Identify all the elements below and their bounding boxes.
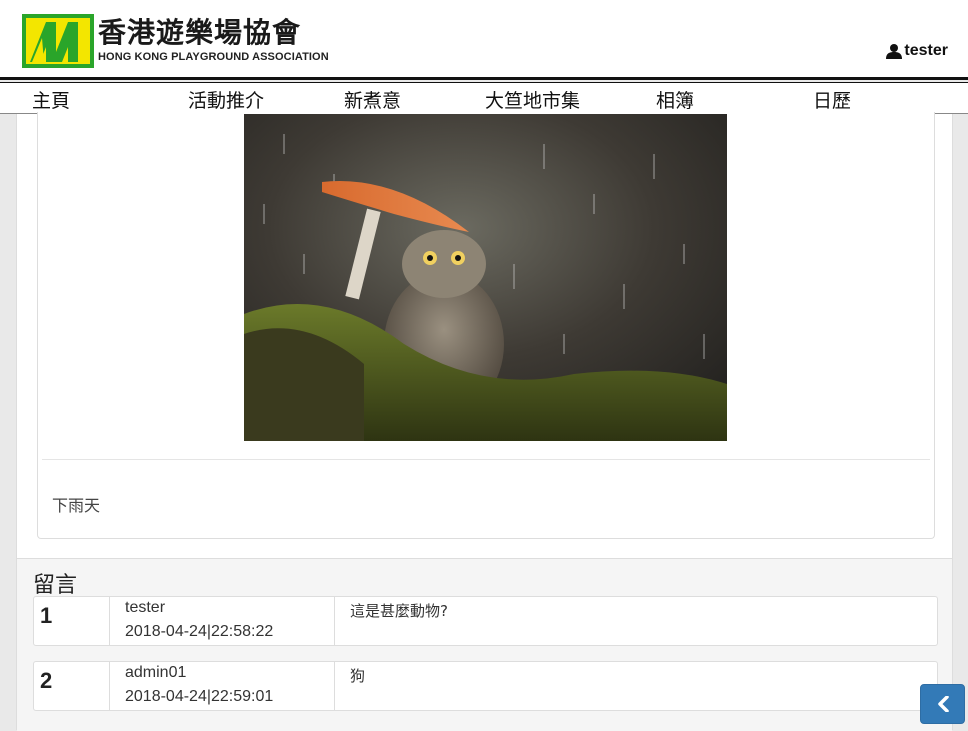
comment-number-cell: 2 xyxy=(34,662,110,710)
nav-album[interactable]: 相簿 xyxy=(656,86,694,113)
comment-number: 1 xyxy=(40,603,53,628)
post-caption: 下雨天 xyxy=(52,496,101,515)
nav-market[interactable]: 大笪地市集 xyxy=(485,86,580,113)
logo-text: 香港遊樂場協會 HONG KONG PLAYGROUND ASSOCIATION xyxy=(98,16,329,64)
comments-title: 留言 xyxy=(33,573,78,598)
comment-time: 2018-04-24|22:59:01 xyxy=(125,688,274,705)
back-button[interactable] xyxy=(920,684,965,724)
nav-activities[interactable]: 活動推介 xyxy=(188,86,264,113)
post-photo[interactable] xyxy=(244,114,727,441)
page-content: 下雨天 留言 1 tester 2018-04-24|22:58:22 這是甚麼… xyxy=(16,112,953,731)
hkpa-logo[interactable] xyxy=(22,14,94,68)
comment-row: 1 tester 2018-04-24|22:58:22 這是甚麼動物? xyxy=(33,596,938,646)
nav-home[interactable]: 主頁 xyxy=(32,86,70,113)
user-icon xyxy=(886,44,903,59)
comment-meta: tester 2018-04-24|22:58:22 xyxy=(110,597,335,645)
comment-number-cell: 1 xyxy=(34,597,110,645)
comment-text: 這是甚麼動物? xyxy=(350,602,448,620)
chevron-left-icon xyxy=(937,696,949,712)
username: tester xyxy=(904,42,948,59)
logo-chinese-name: 香港遊樂場協會 xyxy=(98,16,302,49)
comment-row: 2 admin01 2018-04-24|22:59:01 狗 xyxy=(33,661,938,711)
user-menu[interactable]: tester xyxy=(886,42,948,60)
header-rule xyxy=(0,77,968,80)
comments-section: 留言 1 tester 2018-04-24|22:58:22 這是甚麼動物? … xyxy=(17,558,952,731)
comment-time: 2018-04-24|22:58:22 xyxy=(125,623,274,640)
nav-calendar[interactable]: 日歷 xyxy=(813,86,851,113)
main-nav: 主頁 活動推介 新煮意 大笪地市集 相簿 日歷 xyxy=(0,83,968,114)
nav-recipes[interactable]: 新煮意 xyxy=(344,86,401,113)
comment-user: tester xyxy=(125,599,166,616)
comment-number: 2 xyxy=(40,668,53,693)
comment-user: admin01 xyxy=(125,664,187,681)
comment-meta: admin01 2018-04-24|22:59:01 xyxy=(110,662,335,710)
site-header: 香港遊樂場協會 HONG KONG PLAYGROUND ASSOCIATION… xyxy=(0,0,968,78)
post-card: 下雨天 xyxy=(37,112,935,539)
card-divider xyxy=(42,459,930,460)
logo-english-name: HONG KONG PLAYGROUND ASSOCIATION xyxy=(98,51,329,63)
comment-text: 狗 xyxy=(350,667,366,685)
